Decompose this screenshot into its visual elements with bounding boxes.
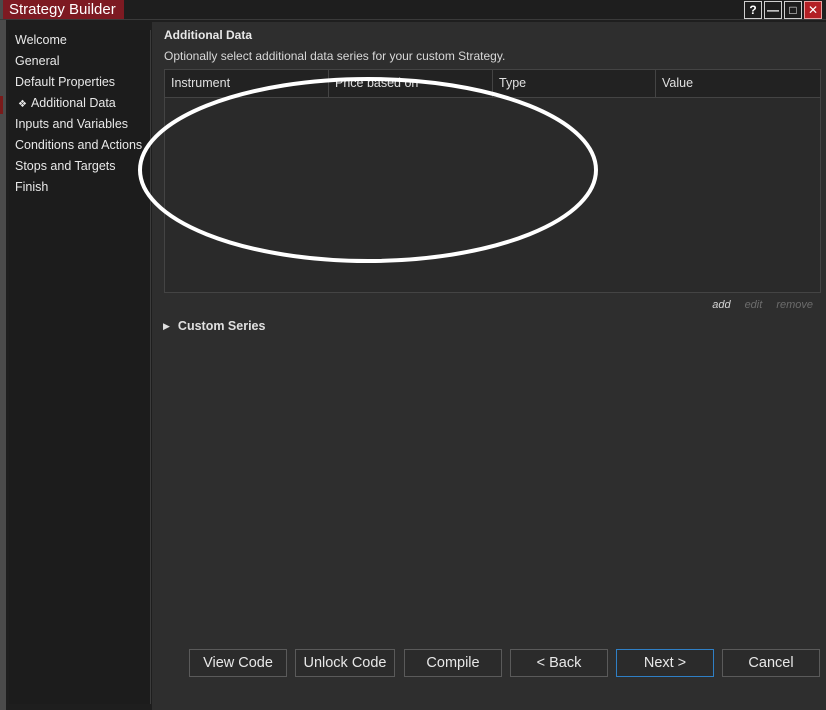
back-button[interactable]: < Back (510, 649, 608, 677)
window-title: Strategy Builder (3, 0, 124, 20)
view-code-button[interactable]: View Code (189, 649, 287, 677)
step-inputs-variables[interactable]: Inputs and Variables (9, 114, 150, 135)
close-icon[interactable]: ✕ (804, 1, 822, 19)
column-type[interactable]: Type (493, 70, 656, 97)
help-icon[interactable]: ? (744, 1, 762, 19)
column-instrument[interactable]: Instrument (165, 70, 329, 97)
step-additional-data[interactable]: ❖ Additional Data (9, 93, 150, 114)
window-left-edge (0, 0, 6, 710)
window-controls: ? — □ ✕ (744, 1, 822, 19)
step-welcome[interactable]: Welcome (9, 30, 150, 51)
custom-series-toggle[interactable]: ▶ Custom Series (163, 319, 265, 333)
step-stops-targets[interactable]: Stops and Targets (9, 156, 150, 177)
step-default-properties[interactable]: Default Properties (9, 72, 150, 93)
step-finish[interactable]: Finish (9, 177, 150, 198)
data-series-grid[interactable]: Instrument Price based on Type Value (164, 69, 821, 293)
add-link[interactable]: add (712, 299, 730, 311)
next-button[interactable]: Next > (616, 649, 714, 677)
minimize-icon[interactable]: — (764, 1, 782, 19)
grid-actions: add edit remove (712, 299, 813, 311)
page-title: Additional Data (164, 28, 253, 42)
step-general[interactable]: General (9, 51, 150, 72)
step-label: Additional Data (30, 96, 116, 110)
expand-triangle-icon: ▶ (163, 321, 170, 331)
page-description: Optionally select additional data series… (164, 49, 506, 63)
maximize-icon[interactable]: □ (784, 1, 802, 19)
strategy-builder-window: Strategy Builder ? — □ ✕ Welcome General… (0, 0, 826, 710)
edge-marker (0, 96, 3, 114)
custom-series-label: Custom Series (177, 319, 266, 333)
compile-button[interactable]: Compile (404, 649, 502, 677)
title-divider (0, 19, 826, 20)
grid-header: Instrument Price based on Type Value (165, 70, 820, 98)
column-value[interactable]: Value (656, 70, 820, 97)
active-step-icon: ❖ (18, 99, 27, 110)
wizard-steps-sidebar: Welcome General Default Properties ❖ Addi… (9, 30, 151, 704)
unlock-code-button[interactable]: Unlock Code (295, 649, 395, 677)
main-content: Additional Data Optionally select additi… (152, 22, 826, 710)
edit-link[interactable]: edit (745, 299, 763, 311)
column-price-based-on[interactable]: Price based on (329, 70, 493, 97)
step-conditions-actions[interactable]: Conditions and Actions (9, 135, 150, 156)
cancel-button[interactable]: Cancel (722, 649, 820, 677)
remove-link[interactable]: remove (776, 299, 813, 311)
